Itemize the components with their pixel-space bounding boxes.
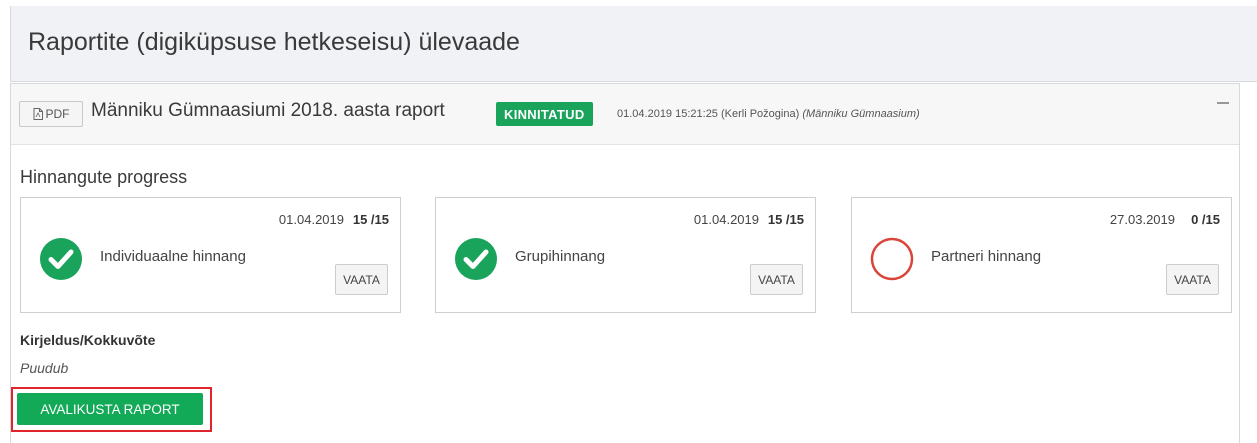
page-title: Raportite (digiküpsuse hetkeseisu) üleva… (28, 28, 520, 56)
view-button[interactable]: VAATA (1166, 264, 1219, 295)
check-circle-icon (455, 238, 497, 280)
section-title: Hinnangute progress (20, 167, 188, 187)
view-button[interactable]: VAATA (335, 264, 388, 295)
report-panel: PDF Männiku Gümnaasiumi 2018. aasta rapo… (10, 83, 1240, 443)
card-label: Partneri hinnang (931, 248, 1042, 265)
card-label: Individuaalne hinnang (100, 248, 246, 265)
card-count: 15 /15 (352, 212, 389, 227)
card-count: 0 /15 (1191, 212, 1220, 227)
page-header: Raportite (digiküpsuse hetkeseisu) üleva… (10, 6, 1257, 82)
empty-circle-icon (870, 237, 914, 281)
report-timestamp-user: 01.04.2019 15:21:25 (Kerli Požogina) (617, 108, 800, 120)
card-date: 01.04.2019 (693, 212, 759, 227)
progress-card-individual: 01.04.2019 15 /15 Individuaalne hinnang … (20, 197, 401, 313)
progress-card-group: 01.04.2019 15 /15 Grupihinnang VAATA (435, 197, 816, 313)
publish-highlight: AVALIKUSTA RAPORT (11, 387, 212, 432)
card-date: 27.03.2019 (1109, 212, 1175, 227)
file-pdf-icon (33, 108, 43, 120)
report-name: Männiku Gümnaasiumi 2018. aasta raport (91, 100, 445, 121)
card-date: 01.04.2019 (278, 212, 344, 227)
description-label: Kirjeldus/Kokkuvõte (20, 332, 156, 348)
pdf-button-label: PDF (45, 107, 70, 121)
progress-card-partner: 27.03.2019 0 /15 Partneri hinnang VAATA (851, 197, 1232, 313)
minus-icon[interactable] (1217, 102, 1229, 104)
report-school: (Männiku Gümnaasium) (802, 108, 920, 120)
check-circle-icon (40, 238, 82, 280)
card-label: Grupihinnang (515, 248, 606, 265)
description-value: Puudub (20, 360, 69, 376)
report-header: PDF Männiku Gümnaasiumi 2018. aasta rapo… (11, 84, 1239, 145)
publish-report-button[interactable]: AVALIKUSTA RAPORT (17, 393, 203, 425)
pdf-button[interactable]: PDF (19, 101, 83, 127)
view-button[interactable]: VAATA (750, 264, 803, 295)
report-meta: 01.04.2019 15:21:25 (Kerli Požogina) (Mä… (617, 108, 920, 120)
card-count: 15 /15 (767, 212, 804, 227)
status-badge: KINNITATUD (496, 102, 593, 126)
